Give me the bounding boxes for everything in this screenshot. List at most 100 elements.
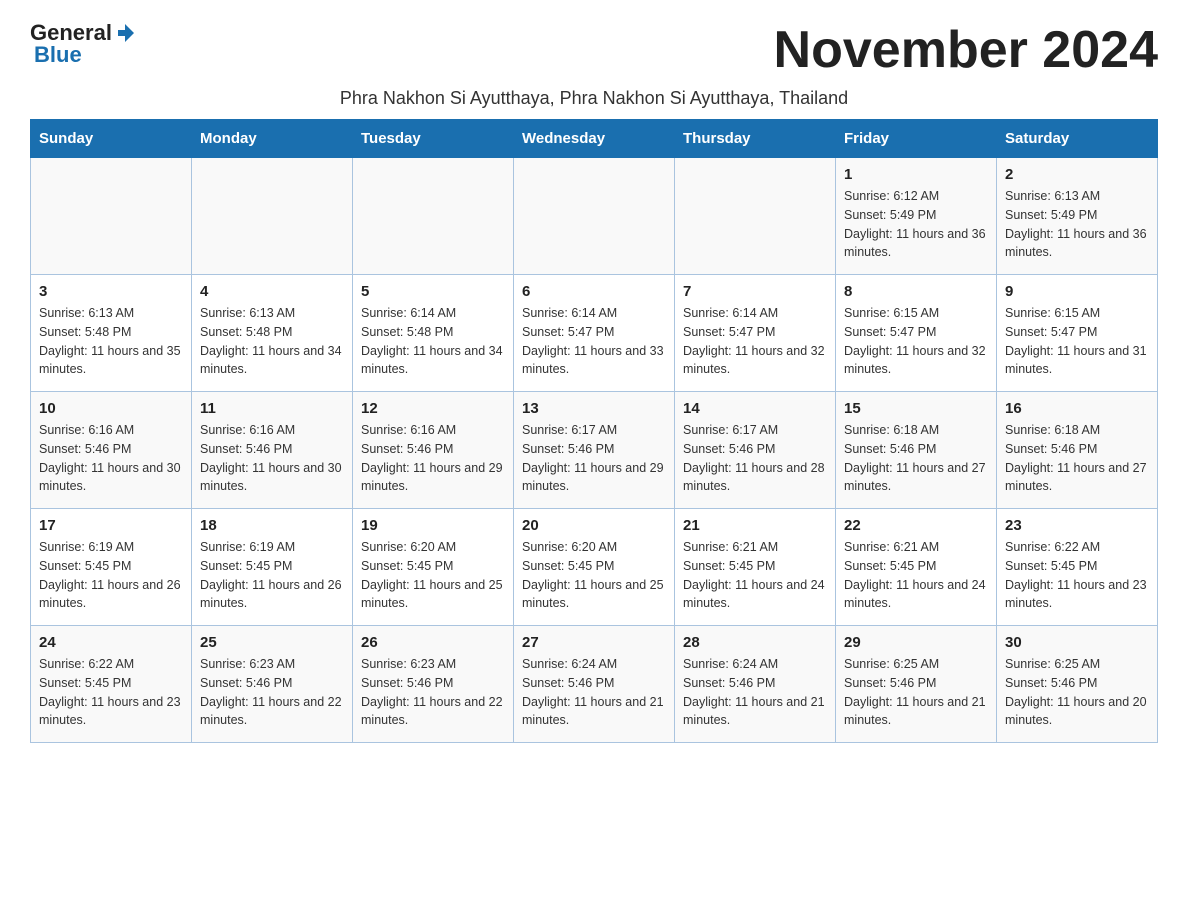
day-number: 24 [39,634,183,651]
calendar-cell: 16 Sunrise: 6:18 AM Sunset: 5:46 PM Dayli… [997,392,1158,509]
col-header-friday: Friday [836,120,997,158]
day-number: 12 [361,400,505,417]
day-number: 2 [1005,166,1149,183]
calendar-cell: 6 Sunrise: 6:14 AM Sunset: 5:47 PM Daylig… [514,275,675,392]
day-info: Sunrise: 6:14 AM Sunset: 5:47 PM Dayligh… [522,304,666,379]
day-number: 15 [844,400,988,417]
calendar-cell: 24 Sunrise: 6:22 AM Sunset: 5:45 PM Dayli… [31,626,192,743]
day-number: 20 [522,517,666,534]
day-number: 19 [361,517,505,534]
day-number: 7 [683,283,827,300]
day-info: Sunrise: 6:23 AM Sunset: 5:46 PM Dayligh… [361,655,505,730]
calendar-week-row: 24 Sunrise: 6:22 AM Sunset: 5:45 PM Dayli… [31,626,1158,743]
calendar-cell: 21 Sunrise: 6:21 AM Sunset: 5:45 PM Dayli… [675,509,836,626]
day-info: Sunrise: 6:18 AM Sunset: 5:46 PM Dayligh… [1005,421,1149,496]
day-info: Sunrise: 6:15 AM Sunset: 5:47 PM Dayligh… [844,304,988,379]
calendar-cell: 3Sunrise: 6:13 AM Sunset: 5:48 PM Daylig… [31,275,192,392]
calendar-subtitle: Phra Nakhon Si Ayutthaya, Phra Nakhon Si… [30,88,1158,109]
col-header-monday: Monday [192,120,353,158]
calendar-cell [31,158,192,275]
day-number: 16 [1005,400,1149,417]
calendar-week-row: 3 Sunrise: 6:13 AM Sunset: 5:48 PM Daylig… [31,275,1158,392]
calendar-cell: 28 Sunrise: 6:24 AM Sunset: 5:46 PM Dayli… [675,626,836,743]
day-info: Sunrise: 6:22 AM Sunset: 5:45 PM Dayligh… [39,655,183,730]
day-number: 10 [39,400,183,417]
calendar-cell: 11 Sunrise: 6:16 AM Sunset: 5:46 PM Dayli… [192,392,353,509]
calendar-cell: 14Sunrise: 6:17 AM Sunset: 5:46 PM Dayli… [675,392,836,509]
calendar-cell: 20 Sunrise: 6:20 AM Sunset: 5:45 PM Dayli… [514,509,675,626]
day-number: 18 [200,517,344,534]
calendar-cell: 25 Sunrise: 6:23 AM Sunset: 5:46 PM Dayli… [192,626,353,743]
day-info: Sunrise: 6:17 AM Sunset: 5:46 PM Dayligh… [522,421,666,496]
day-info: Sunrise: 6:16 AM Sunset: 5:46 PM Dayligh… [39,421,183,496]
day-number: 6 [522,283,666,300]
day-info: Sunrise: 6:25 AM Sunset: 5:46 PM Dayligh… [1005,655,1149,730]
day-number: 28 [683,634,827,651]
day-info: Sunrise: 6:18 AM Sunset: 5:46 PM Dayligh… [844,421,988,496]
day-info: Sunrise: 6:13 AM Sunset: 5:49 PM Dayligh… [1005,187,1149,262]
day-number: 25 [200,634,344,651]
calendar-cell [192,158,353,275]
day-info: Sunrise: 6:24 AM Sunset: 5:46 PM Dayligh… [522,655,666,730]
day-info: Sunrise: 6:25 AM Sunset: 5:46 PM Dayligh… [844,655,988,730]
day-number: 27 [522,634,666,651]
calendar-cell: 10 Sunrise: 6:16 AM Sunset: 5:46 PM Dayli… [31,392,192,509]
calendar-body: 1 Sunrise: 6:12 AM Sunset: 5:49 PM Daylig… [31,158,1158,743]
day-number: 5 [361,283,505,300]
day-number: 21 [683,517,827,534]
header: General Blue November 2024 [30,20,1158,80]
day-info: Sunrise: 6:14 AM Sunset: 5:48 PM Dayligh… [361,304,505,379]
day-number: 11 [200,400,344,417]
calendar-week-row: 1 Sunrise: 6:12 AM Sunset: 5:49 PM Daylig… [31,158,1158,275]
day-info: Sunrise: 6:16 AM Sunset: 5:46 PM Dayligh… [200,421,344,496]
calendar-cell: 19Sunrise: 6:20 AM Sunset: 5:45 PM Dayli… [353,509,514,626]
col-header-tuesday: Tuesday [353,120,514,158]
calendar-cell [675,158,836,275]
day-number: 1 [844,166,988,183]
calendar-cell: 1 Sunrise: 6:12 AM Sunset: 5:49 PM Daylig… [836,158,997,275]
day-info: Sunrise: 6:19 AM Sunset: 5:45 PM Dayligh… [39,538,183,613]
day-number: 30 [1005,634,1149,651]
calendar-cell: 12Sunrise: 6:16 AM Sunset: 5:46 PM Dayli… [353,392,514,509]
day-number: 3 [39,283,183,300]
col-header-saturday: Saturday [997,120,1158,158]
day-number: 9 [1005,283,1149,300]
calendar-cell: 2 Sunrise: 6:13 AM Sunset: 5:49 PM Daylig… [997,158,1158,275]
calendar-cell: 15 Sunrise: 6:18 AM Sunset: 5:46 PM Dayli… [836,392,997,509]
day-number: 14 [683,400,827,417]
calendar-cell: 5 Sunrise: 6:14 AM Sunset: 5:48 PM Daylig… [353,275,514,392]
day-info: Sunrise: 6:12 AM Sunset: 5:49 PM Dayligh… [844,187,988,262]
calendar-cell: 4 Sunrise: 6:13 AM Sunset: 5:48 PM Daylig… [192,275,353,392]
day-info: Sunrise: 6:15 AM Sunset: 5:47 PM Dayligh… [1005,304,1149,379]
day-number: 26 [361,634,505,651]
day-info: Sunrise: 6:14 AM Sunset: 5:47 PM Dayligh… [683,304,827,379]
day-number: 17 [39,517,183,534]
day-info: Sunrise: 6:19 AM Sunset: 5:45 PM Dayligh… [200,538,344,613]
calendar-cell: 26 Sunrise: 6:23 AM Sunset: 5:46 PM Dayli… [353,626,514,743]
calendar-cell: 9 Sunrise: 6:15 AM Sunset: 5:47 PM Daylig… [997,275,1158,392]
logo: General Blue [30,20,136,68]
day-info: Sunrise: 6:13 AM Sunset: 5:48 PM Dayligh… [200,304,344,379]
col-header-wednesday: Wednesday [514,120,675,158]
day-info: Sunrise: 6:20 AM Sunset: 5:45 PM Dayligh… [522,538,666,613]
calendar-table: SundayMondayTuesdayWednesdayThursdayFrid… [30,119,1158,743]
day-number: 4 [200,283,344,300]
logo-flag-icon [114,22,136,44]
calendar-cell: 27 Sunrise: 6:24 AM Sunset: 5:46 PM Dayli… [514,626,675,743]
day-info: Sunrise: 6:21 AM Sunset: 5:45 PM Dayligh… [844,538,988,613]
calendar-cell: 22 Sunrise: 6:21 AM Sunset: 5:45 PM Dayli… [836,509,997,626]
calendar-header-row: SundayMondayTuesdayWednesdayThursdayFrid… [31,120,1158,158]
calendar-cell: 17 Sunrise: 6:19 AM Sunset: 5:45 PM Dayli… [31,509,192,626]
day-info: Sunrise: 6:24 AM Sunset: 5:46 PM Dayligh… [683,655,827,730]
day-number: 13 [522,400,666,417]
col-header-sunday: Sunday [31,120,192,158]
day-number: 22 [844,517,988,534]
day-info: Sunrise: 6:23 AM Sunset: 5:46 PM Dayligh… [200,655,344,730]
day-number: 23 [1005,517,1149,534]
col-header-thursday: Thursday [675,120,836,158]
day-info: Sunrise: 6:21 AM Sunset: 5:45 PM Dayligh… [683,538,827,613]
calendar-cell: 7 Sunrise: 6:14 AM Sunset: 5:47 PM Daylig… [675,275,836,392]
day-number: 8 [844,283,988,300]
calendar-cell: 30 Sunrise: 6:25 AM Sunset: 5:46 PM Dayli… [997,626,1158,743]
day-number: 29 [844,634,988,651]
